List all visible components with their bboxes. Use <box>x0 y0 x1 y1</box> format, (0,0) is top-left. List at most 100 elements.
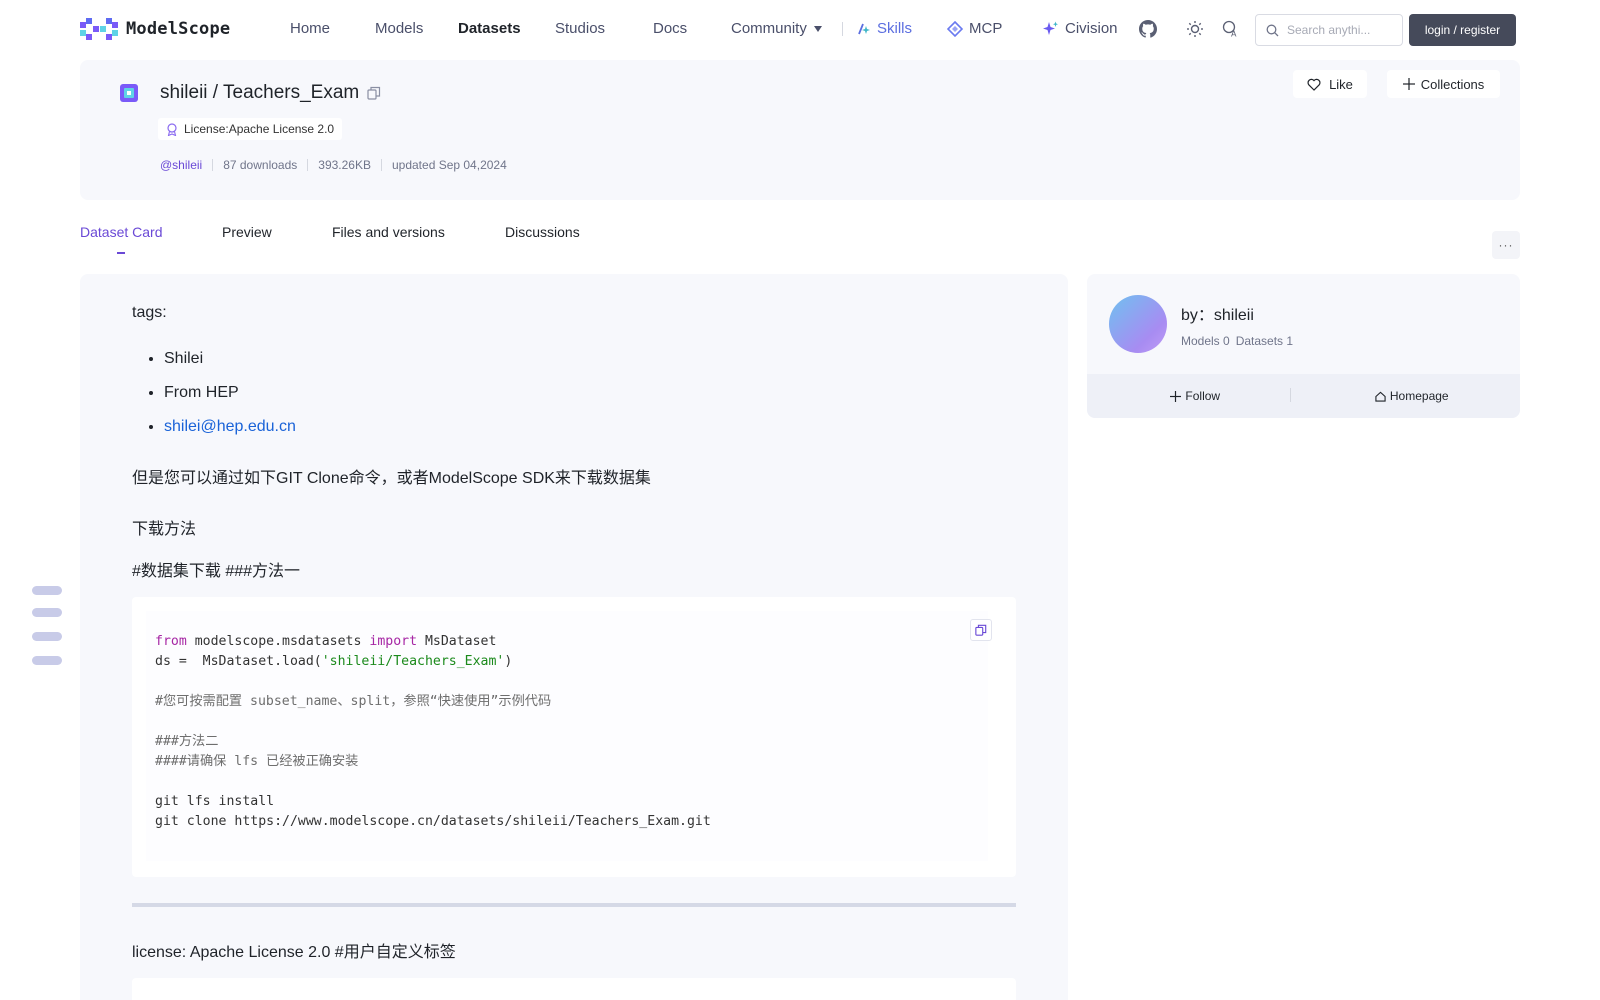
nav-skills[interactable]: Skills <box>857 20 912 37</box>
method-one-text: #数据集下载 ###方法一 <box>132 563 301 580</box>
modelscope-logo-icon <box>80 18 118 40</box>
nav-mcp-label: MCP <box>969 20 1003 37</box>
tab-preview[interactable]: Preview <box>222 224 272 240</box>
homepage-label: Homepage <box>1389 389 1449 403</box>
nav-mcp[interactable]: MCP <box>947 20 1002 37</box>
nav-skills-label: Skills <box>877 20 913 37</box>
code-keyword: from <box>155 634 187 649</box>
top-navbar: ModelScope Home Models Datasets Studios … <box>0 0 1600 58</box>
code-comment: ####请确保 lfs 已经被正确安装 <box>155 754 359 769</box>
license-custom-tag-text: license: Apache License 2.0 #用户自定义标签 <box>132 944 456 961</box>
author-link[interactable]: @shileii <box>160 158 202 172</box>
active-tab-indicator <box>117 252 125 254</box>
nav-datasets[interactable]: Datasets <box>458 20 521 37</box>
dataset-icon <box>120 84 138 102</box>
collections-button[interactable]: Collections <box>1387 70 1500 98</box>
license-label: License:Apache License 2.0 <box>184 122 335 136</box>
dataset-size: 393.26KB <box>318 158 371 172</box>
code-token: ) <box>504 654 513 669</box>
download-intro: 但是您可以通过如下GIT Clone命令，或者ModelScope SDK来下载… <box>132 470 651 487</box>
code-block <box>132 978 1016 1000</box>
tab-files-and-versions[interactable]: Files and versions <box>332 224 445 240</box>
code-token: MsDataset <box>417 634 497 649</box>
like-button[interactable]: Like <box>1293 70 1367 98</box>
toc-pill[interactable] <box>32 608 62 617</box>
tags-label: tags: <box>132 304 167 321</box>
brand-name: ModelScope <box>126 19 231 39</box>
meta-divider <box>307 159 309 171</box>
nav-models[interactable]: Models <box>375 20 423 37</box>
code-comment: #您可按需配置 subset_name、split，参照“快速使用”示例代码 <box>155 694 552 709</box>
updated-date: updated Sep 04,2024 <box>391 158 507 172</box>
svg-text:A: A <box>1231 30 1237 39</box>
nav-community-label: Community <box>731 20 807 37</box>
meta-divider <box>212 159 214 171</box>
dataset-title-text: shileii / Teachers_Exam <box>160 82 360 103</box>
license-icon <box>167 122 177 136</box>
tab-dataset-card[interactable]: Dataset Card <box>80 224 162 240</box>
theme-toggle-icon[interactable] <box>1185 19 1205 39</box>
copy-code-icon[interactable] <box>970 619 992 641</box>
code-block: from modelscope.msdatasets import MsData… <box>132 597 1016 877</box>
code-string: 'shileii/Teachers_Exam' <box>321 654 505 669</box>
tab-discussions[interactable]: Discussions <box>505 224 580 240</box>
dataset-meta: @shileii 87 downloads 393.26KB updated S… <box>160 158 507 172</box>
modelscope-logo[interactable]: ModelScope <box>80 18 230 40</box>
datasets-count[interactable]: Datasets 1 <box>1236 334 1293 348</box>
follow-button[interactable]: Follow <box>1087 389 1304 403</box>
author-card: by：shileii Models 0 Datasets 1 Follow Ho… <box>1087 274 1520 418</box>
nav-studios[interactable]: Studios <box>555 20 605 37</box>
language-icon[interactable]: A <box>1221 19 1241 39</box>
nav-civision[interactable]: Civision <box>1043 20 1118 37</box>
github-icon[interactable] <box>1138 19 1158 39</box>
code-line: git clone https://www.modelscope.cn/data… <box>155 814 711 829</box>
more-options-icon[interactable]: ··· <box>1492 231 1520 259</box>
actions-divider <box>1290 388 1291 402</box>
download-method-heading: 下载方法 <box>132 521 197 538</box>
meta-divider <box>380 159 382 171</box>
downloads-count: 87 downloads <box>223 158 298 172</box>
follow-label: Follow <box>1185 389 1221 403</box>
plus-icon <box>1402 78 1415 90</box>
code-line: git lfs install <box>155 794 275 809</box>
homepage-button[interactable]: Homepage <box>1304 389 1521 403</box>
email-link[interactable]: shilei@hep.edu.cn <box>164 418 296 435</box>
skills-icon <box>858 23 870 34</box>
search-box[interactable] <box>1255 14 1403 46</box>
code-text: from modelscope.msdatasets import MsData… <box>155 632 711 832</box>
collections-label: Collections <box>1420 76 1485 92</box>
code-token: ds = MsDataset.load( <box>155 654 322 669</box>
plus-icon <box>1170 390 1182 402</box>
toc-pill[interactable] <box>32 656 62 665</box>
toc-pill[interactable] <box>32 586 62 595</box>
toc-pill[interactable] <box>32 632 62 641</box>
nav-community[interactable]: Community <box>731 20 823 37</box>
sparkle-icon <box>1043 21 1058 35</box>
login-register-button[interactable]: login / register <box>1409 14 1516 46</box>
nav-docs[interactable]: Docs <box>653 20 687 37</box>
code-token: modelscope.msdatasets <box>186 634 370 649</box>
nav-home[interactable]: Home <box>290 20 330 37</box>
list-item: From HEP <box>164 384 296 404</box>
mcp-icon <box>947 20 963 37</box>
author-name[interactable]: by：shileii <box>1181 301 1254 325</box>
home-icon <box>1375 391 1386 402</box>
dataset-header: shileii / Teachers_Exam License:Apache L… <box>80 60 1520 200</box>
license-tag[interactable]: License:Apache License 2.0 <box>158 118 343 140</box>
tag-list: Shilei From HEP shilei@hep.edu.cn <box>164 350 296 452</box>
author-actions: Follow Homepage <box>1087 374 1520 418</box>
like-label: Like <box>1329 76 1353 92</box>
models-count[interactable]: Models 0 <box>1181 334 1230 348</box>
caret-down-icon <box>813 25 822 32</box>
search-input[interactable] <box>1287 23 1387 37</box>
nav-civision-label: Civision <box>1065 20 1118 37</box>
dataset-title: shileii / Teachers_Exam <box>160 82 381 104</box>
heart-icon <box>1307 78 1321 91</box>
tag-text: Shilei <box>164 350 204 367</box>
list-item: shilei@hep.edu.cn <box>164 418 296 438</box>
copy-icon[interactable] <box>367 86 381 100</box>
nav-divider <box>842 22 843 36</box>
code-keyword: import <box>369 634 418 649</box>
search-icon <box>1266 24 1279 36</box>
avatar[interactable] <box>1109 295 1167 353</box>
